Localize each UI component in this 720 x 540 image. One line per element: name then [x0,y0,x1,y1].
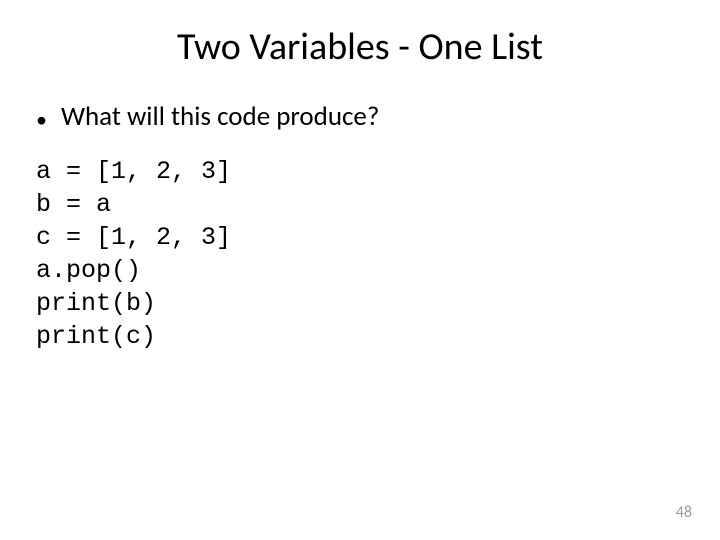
slide-container: Two Variables - One List • What will thi… [0,0,720,540]
bullet-text: What will this code produce? [61,100,379,133]
bullet-icon: • [36,109,47,131]
code-block: a = [1, 2, 3] b = a c = [1, 2, 3] a.pop(… [36,155,684,353]
page-number: 48 [676,503,692,522]
slide-title: Two Variables - One List [36,24,684,70]
bullet-item: • What will this code produce? [36,100,684,133]
